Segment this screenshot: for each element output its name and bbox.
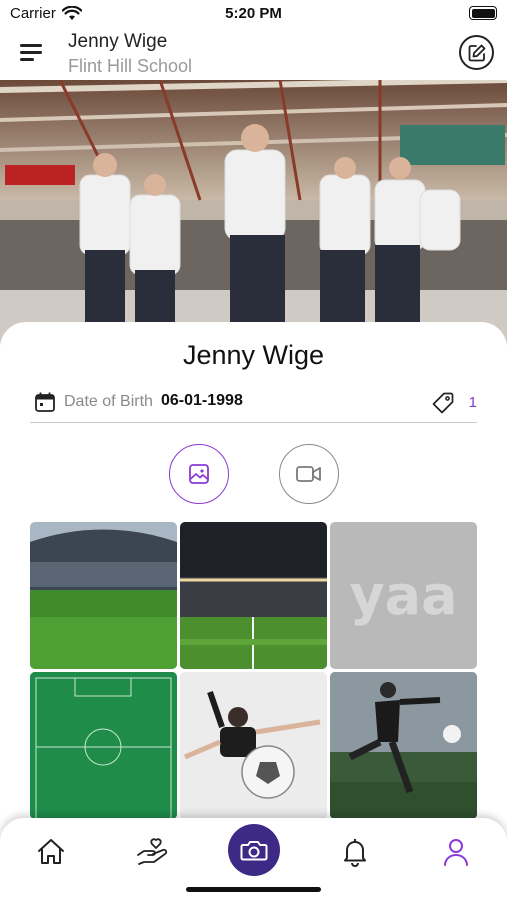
header-school-name: Flint Hill School bbox=[68, 56, 193, 76]
home-indicator bbox=[186, 887, 321, 892]
profile-name: Jenny Wige bbox=[182, 340, 325, 370]
heart-hand-icon bbox=[137, 838, 168, 865]
status-time: 5:20 PM bbox=[225, 5, 282, 22]
photos-tab-button[interactable] bbox=[169, 444, 229, 504]
calendar-icon bbox=[35, 392, 55, 412]
nav-home[interactable] bbox=[31, 832, 71, 872]
home-icon bbox=[38, 839, 64, 864]
user-icon bbox=[444, 839, 468, 866]
dob-label: Date of Birth bbox=[64, 393, 153, 410]
tag-count: 1 bbox=[468, 394, 477, 411]
dob-value: 06-01-1998 bbox=[161, 392, 243, 409]
header-user-name: Jenny Wige bbox=[68, 31, 168, 52]
cover-photo bbox=[0, 80, 507, 345]
edit-profile-button[interactable] bbox=[459, 35, 494, 70]
nav-support[interactable] bbox=[133, 832, 173, 872]
image-icon bbox=[189, 464, 209, 484]
bell-icon bbox=[344, 839, 366, 867]
video-camera-icon bbox=[296, 466, 321, 482]
gallery-photo-stadium[interactable] bbox=[30, 522, 177, 669]
profile-card: Jenny Wige Date of Birth 06-01-1998 1 ya… bbox=[0, 322, 507, 832]
videos-tab-button[interactable] bbox=[279, 444, 339, 504]
divider bbox=[30, 422, 477, 423]
gallery-photo-night-stadium[interactable] bbox=[180, 522, 327, 669]
gallery-photo-field-top[interactable] bbox=[30, 672, 177, 819]
tag-icon[interactable] bbox=[431, 391, 455, 415]
dob-row: Date of Birth 06-01-1998 1 bbox=[32, 388, 477, 418]
app-header: Jenny Wige Flint Hill School bbox=[0, 28, 507, 80]
gallery-photo-goalkeeper[interactable] bbox=[180, 672, 327, 819]
yaa-logo: yaa bbox=[349, 564, 458, 627]
gallery-photo-kicker[interactable] bbox=[330, 672, 477, 819]
status-bar: Carrier 5:20 PM bbox=[0, 0, 507, 28]
camera-button[interactable] bbox=[228, 824, 280, 876]
gallery-photo-placeholder[interactable]: yaa bbox=[330, 522, 477, 669]
nav-notifications[interactable] bbox=[335, 832, 375, 872]
battery-icon bbox=[469, 6, 497, 20]
camera-icon bbox=[240, 841, 268, 861]
edit-icon bbox=[468, 44, 485, 61]
nav-profile[interactable] bbox=[436, 832, 476, 872]
menu-icon[interactable] bbox=[20, 44, 42, 62]
